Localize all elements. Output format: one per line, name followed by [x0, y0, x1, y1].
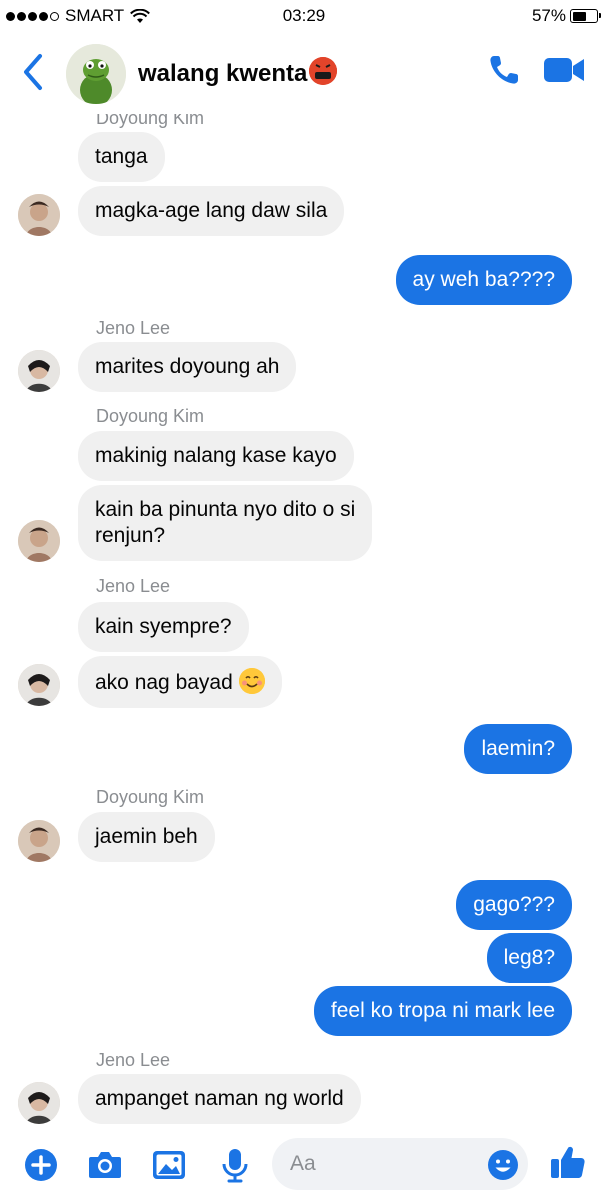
incoming-message[interactable]: marites doyoung ah: [78, 342, 297, 392]
angry-face-emoji-icon: [309, 57, 338, 85]
avatar-doyoung[interactable]: [18, 194, 60, 236]
thumbs-up-like-icon[interactable]: [548, 1142, 588, 1182]
sender-name: Jeno Lee: [96, 576, 171, 596]
battery-icon: [570, 9, 601, 23]
message-line: renjun?: [95, 524, 166, 547]
avatar-jeno[interactable]: [18, 664, 60, 706]
message-thread[interactable]: Doyoung Kim tanga magka-age lang daw sil…: [0, 114, 608, 1130]
chat-header: walang kwenta: [0, 36, 608, 114]
sender-name: Doyoung Kim: [96, 406, 205, 426]
avatar-jeno[interactable]: [18, 1082, 60, 1124]
sender-name: Doyoung Kim: [96, 114, 205, 128]
sender-name: Jeno Lee: [96, 1050, 171, 1070]
incoming-message[interactable]: makinig nalang kase kayo: [78, 431, 354, 481]
incoming-message[interactable]: ampanget naman ng world: [78, 1074, 361, 1124]
avatar-jeno[interactable]: [18, 350, 60, 392]
battery-percent: 57%: [531, 6, 566, 25]
clock: 03:29: [282, 6, 326, 25]
sender-name: Doyoung Kim: [96, 787, 205, 807]
outgoing-message[interactable]: leg8?: [486, 933, 572, 983]
gallery-image-icon[interactable]: [150, 1146, 188, 1184]
incoming-message[interactable]: kain ba pinunta nyo dito o si renjun?: [78, 485, 373, 561]
smiling-face-emoji-icon: [238, 668, 265, 694]
incoming-message[interactable]: magka-age lang daw sila: [78, 186, 345, 236]
kermit-avatar-image: [66, 44, 126, 104]
outgoing-message[interactable]: laemin?: [464, 724, 572, 774]
message-text: ako nag bayad: [95, 671, 233, 694]
microphone-icon[interactable]: [216, 1146, 254, 1184]
phone-call-icon[interactable]: [486, 52, 522, 88]
incoming-message[interactable]: tanga: [78, 132, 165, 182]
sender-name: Jeno Lee: [96, 318, 171, 338]
message-input-placeholder: Aa: [290, 1152, 316, 1175]
avatar-doyoung[interactable]: [18, 520, 60, 562]
camera-icon[interactable]: [86, 1146, 124, 1184]
message-input[interactable]: Aa: [272, 1138, 528, 1190]
outgoing-message[interactable]: feel ko tropa ni mark lee: [313, 986, 572, 1036]
outgoing-message[interactable]: gago???: [456, 880, 572, 930]
composer-bar: Aa: [0, 1130, 608, 1200]
incoming-message[interactable]: ako nag bayad: [78, 656, 282, 708]
status-bar: SMART 03:29 57%: [0, 0, 608, 36]
plus-circle-icon[interactable]: [22, 1146, 60, 1184]
emoji-picker-icon[interactable]: [486, 1148, 520, 1182]
video-call-icon[interactable]: [542, 54, 586, 86]
incoming-message[interactable]: kain syempre?: [78, 602, 249, 652]
conversation-title-text: walang kwenta: [138, 60, 308, 87]
group-avatar[interactable]: [66, 44, 126, 104]
avatar-doyoung[interactable]: [18, 820, 60, 862]
incoming-message[interactable]: jaemin beh: [78, 812, 215, 862]
status-right: 57%: [531, 6, 601, 26]
message-line: kain ba pinunta nyo dito o si: [95, 498, 356, 521]
back-chevron-icon[interactable]: [16, 50, 50, 94]
conversation-title[interactable]: walang kwenta: [138, 57, 338, 88]
outgoing-message[interactable]: ay weh ba????: [395, 255, 572, 305]
